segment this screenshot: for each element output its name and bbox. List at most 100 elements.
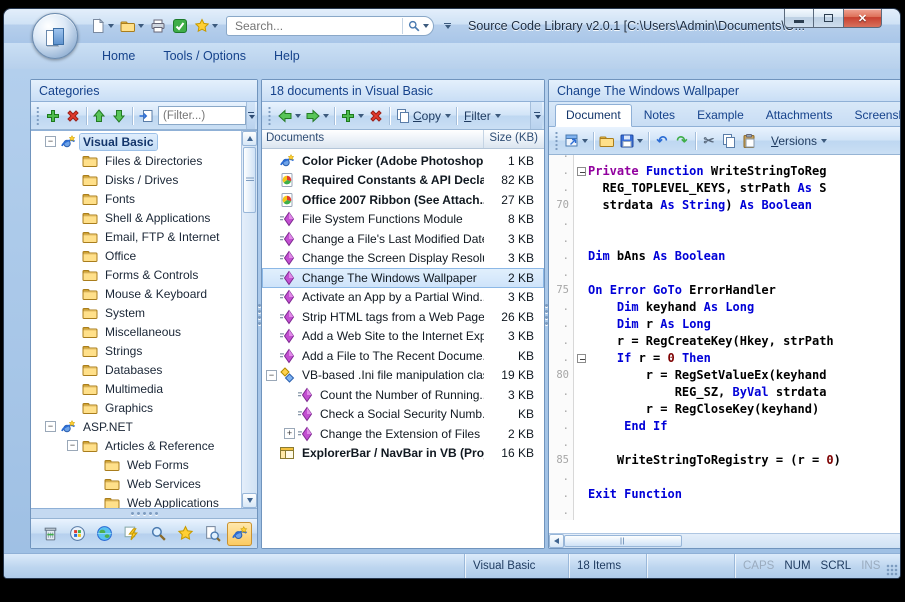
- code-text[interactable]: REG_TOPLEVEL_KEYS, strPath As S: [588, 180, 901, 197]
- tree-item[interactable]: Web Forms: [31, 455, 241, 474]
- delete-category-button[interactable]: [63, 105, 83, 127]
- document-row[interactable]: Add a Web Site to the Internet Exp...3 K…: [262, 327, 544, 347]
- document-row[interactable]: Color Picker (Adobe Photoshop ...1 KB: [262, 151, 544, 171]
- tree-scrollbar[interactable]: [241, 131, 257, 508]
- qat-overflow-button[interactable]: [440, 20, 454, 32]
- close-button[interactable]: ✕: [844, 9, 882, 28]
- view-library-button[interactable]: [227, 522, 252, 546]
- code-text[interactable]: Private Function WriteStringToReg: [588, 163, 901, 180]
- tree-item[interactable]: Fonts: [31, 189, 241, 208]
- tree-item[interactable]: Databases: [31, 360, 241, 379]
- code-editor[interactable]: ..Private Function WriteStringToReg. REG…: [549, 155, 901, 548]
- code-text[interactable]: [588, 503, 901, 520]
- filter-button[interactable]: Filter: [460, 105, 503, 127]
- document-row[interactable]: −VB-based .Ini file manipulation clas19 …: [262, 366, 544, 386]
- code-text[interactable]: r = RegSetValueEx(keyhand: [588, 367, 901, 384]
- tree-item[interactable]: Files & Directories: [31, 151, 241, 170]
- fold-collapse-icon[interactable]: [574, 350, 588, 367]
- editor-horizontal-scrollbar[interactable]: [549, 533, 901, 548]
- scroll-up-button[interactable]: [242, 131, 257, 146]
- resize-grip[interactable]: [884, 554, 900, 578]
- tab-example[interactable]: Example: [687, 105, 754, 126]
- forward-button[interactable]: [303, 105, 331, 127]
- search-input[interactable]: [233, 18, 402, 34]
- move-up-button[interactable]: [89, 105, 109, 127]
- expander-minus-icon[interactable]: −: [67, 440, 78, 451]
- tree-item[interactable]: Graphics: [31, 398, 241, 417]
- toolbar-options-button[interactable]: [246, 102, 255, 129]
- document-row[interactable]: Change The Windows Wallpaper2 KB: [262, 268, 544, 288]
- code-text[interactable]: [588, 435, 901, 452]
- tree-item[interactable]: Forms & Controls: [31, 265, 241, 284]
- minimize-button[interactable]: [784, 9, 814, 28]
- document-row[interactable]: Check a Social Security Numb...KB: [262, 405, 544, 425]
- code-text[interactable]: [588, 265, 901, 282]
- document-row[interactable]: File System Functions Module8 KB: [262, 210, 544, 230]
- code-text[interactable]: WriteStringToRegistry = (r = 0): [588, 452, 901, 469]
- scroll-down-button[interactable]: [242, 493, 257, 508]
- scrollbar-thumb[interactable]: [243, 147, 256, 213]
- favorites-star-button[interactable]: [192, 15, 220, 37]
- code-text[interactable]: Dim bAns As Boolean: [588, 248, 901, 265]
- add-category-button[interactable]: [43, 105, 63, 127]
- tree-item[interactable]: Web Applications: [31, 493, 241, 509]
- code-text[interactable]: strdata As String) As Boolean: [588, 197, 901, 214]
- document-row[interactable]: Required Constants & API Decla...82 KB: [262, 171, 544, 191]
- view-search-button[interactable]: [146, 522, 171, 546]
- versions-button[interactable]: Versions: [767, 130, 829, 152]
- toolbar-grip[interactable]: [36, 107, 40, 125]
- tree-item[interactable]: −ASP.NET: [31, 417, 241, 436]
- column-documents[interactable]: Documents: [262, 130, 484, 148]
- rename-category-button[interactable]: [136, 105, 156, 127]
- code-text[interactable]: r = RegCloseKey(keyhand): [588, 401, 901, 418]
- document-row[interactable]: Change the Screen Display Resolu...3 KB: [262, 249, 544, 269]
- document-row[interactable]: Office 2007 Ribbon (See Attach...27 KB: [262, 190, 544, 210]
- column-size[interactable]: Size (KB): [484, 130, 544, 148]
- panel-splitter-grip[interactable]: [31, 509, 257, 518]
- spell-check-button[interactable]: [170, 15, 190, 37]
- move-down-button[interactable]: [109, 105, 129, 127]
- scrollbar-track[interactable]: [682, 534, 901, 548]
- delete-document-button[interactable]: [366, 105, 386, 127]
- toolbar-options-button[interactable]: [530, 102, 542, 129]
- code-text[interactable]: End If: [588, 418, 901, 435]
- menu-home[interactable]: Home: [90, 46, 147, 66]
- tab-attachments[interactable]: Attachments: [756, 105, 843, 126]
- code-text[interactable]: [588, 231, 901, 248]
- code-text[interactable]: Dim keyhand As Long: [588, 299, 901, 316]
- tab-document[interactable]: Document: [555, 104, 632, 127]
- expander-plus-icon[interactable]: +: [284, 428, 295, 439]
- code-text[interactable]: [588, 155, 901, 163]
- undo-button[interactable]: ↶: [652, 130, 672, 152]
- scrollbar-track[interactable]: [242, 214, 257, 493]
- tab-screenshots[interactable]: Screenshots: [844, 105, 901, 126]
- menu-tools-options[interactable]: Tools / Options: [151, 46, 258, 66]
- back-button[interactable]: [275, 105, 303, 127]
- tree-item[interactable]: Shell & Applications: [31, 208, 241, 227]
- restore-button[interactable]: [814, 9, 844, 28]
- cut-button[interactable]: ✂: [699, 130, 719, 152]
- tree-item[interactable]: System: [31, 303, 241, 322]
- code-text[interactable]: r = RegCreateKey(Hkey, strPath: [588, 333, 901, 350]
- code-text[interactable]: [588, 214, 901, 231]
- printer-button[interactable]: [148, 15, 168, 37]
- search-button[interactable]: [402, 18, 433, 34]
- code-text[interactable]: Exit Function: [588, 486, 901, 503]
- code-text[interactable]: On Error GoTo ErrorHandler: [588, 282, 901, 299]
- view-web-globe-button[interactable]: [92, 522, 117, 546]
- document-row[interactable]: Activate an App by a Partial Wind...3 KB: [262, 288, 544, 308]
- document-row[interactable]: Add a File to The Recent Docume...KB: [262, 346, 544, 366]
- view-recycle-bin-button[interactable]: [38, 522, 63, 546]
- tree-item[interactable]: Multimedia: [31, 379, 241, 398]
- tree-item[interactable]: Email, FTP & Internet: [31, 227, 241, 246]
- tab-notes[interactable]: Notes: [634, 105, 685, 126]
- expander-minus-icon[interactable]: −: [45, 136, 56, 147]
- view-desktop-button[interactable]: [65, 522, 90, 546]
- tree-item[interactable]: −Articles & Reference: [31, 436, 241, 455]
- code-text[interactable]: If r = 0 Then: [588, 350, 901, 367]
- expander-minus-icon[interactable]: −: [266, 370, 277, 381]
- code-text[interactable]: Dim r As Long: [588, 316, 901, 333]
- paste-button[interactable]: [739, 130, 759, 152]
- tree-item[interactable]: Disks / Drives: [31, 170, 241, 189]
- application-menu-button[interactable]: [32, 13, 78, 59]
